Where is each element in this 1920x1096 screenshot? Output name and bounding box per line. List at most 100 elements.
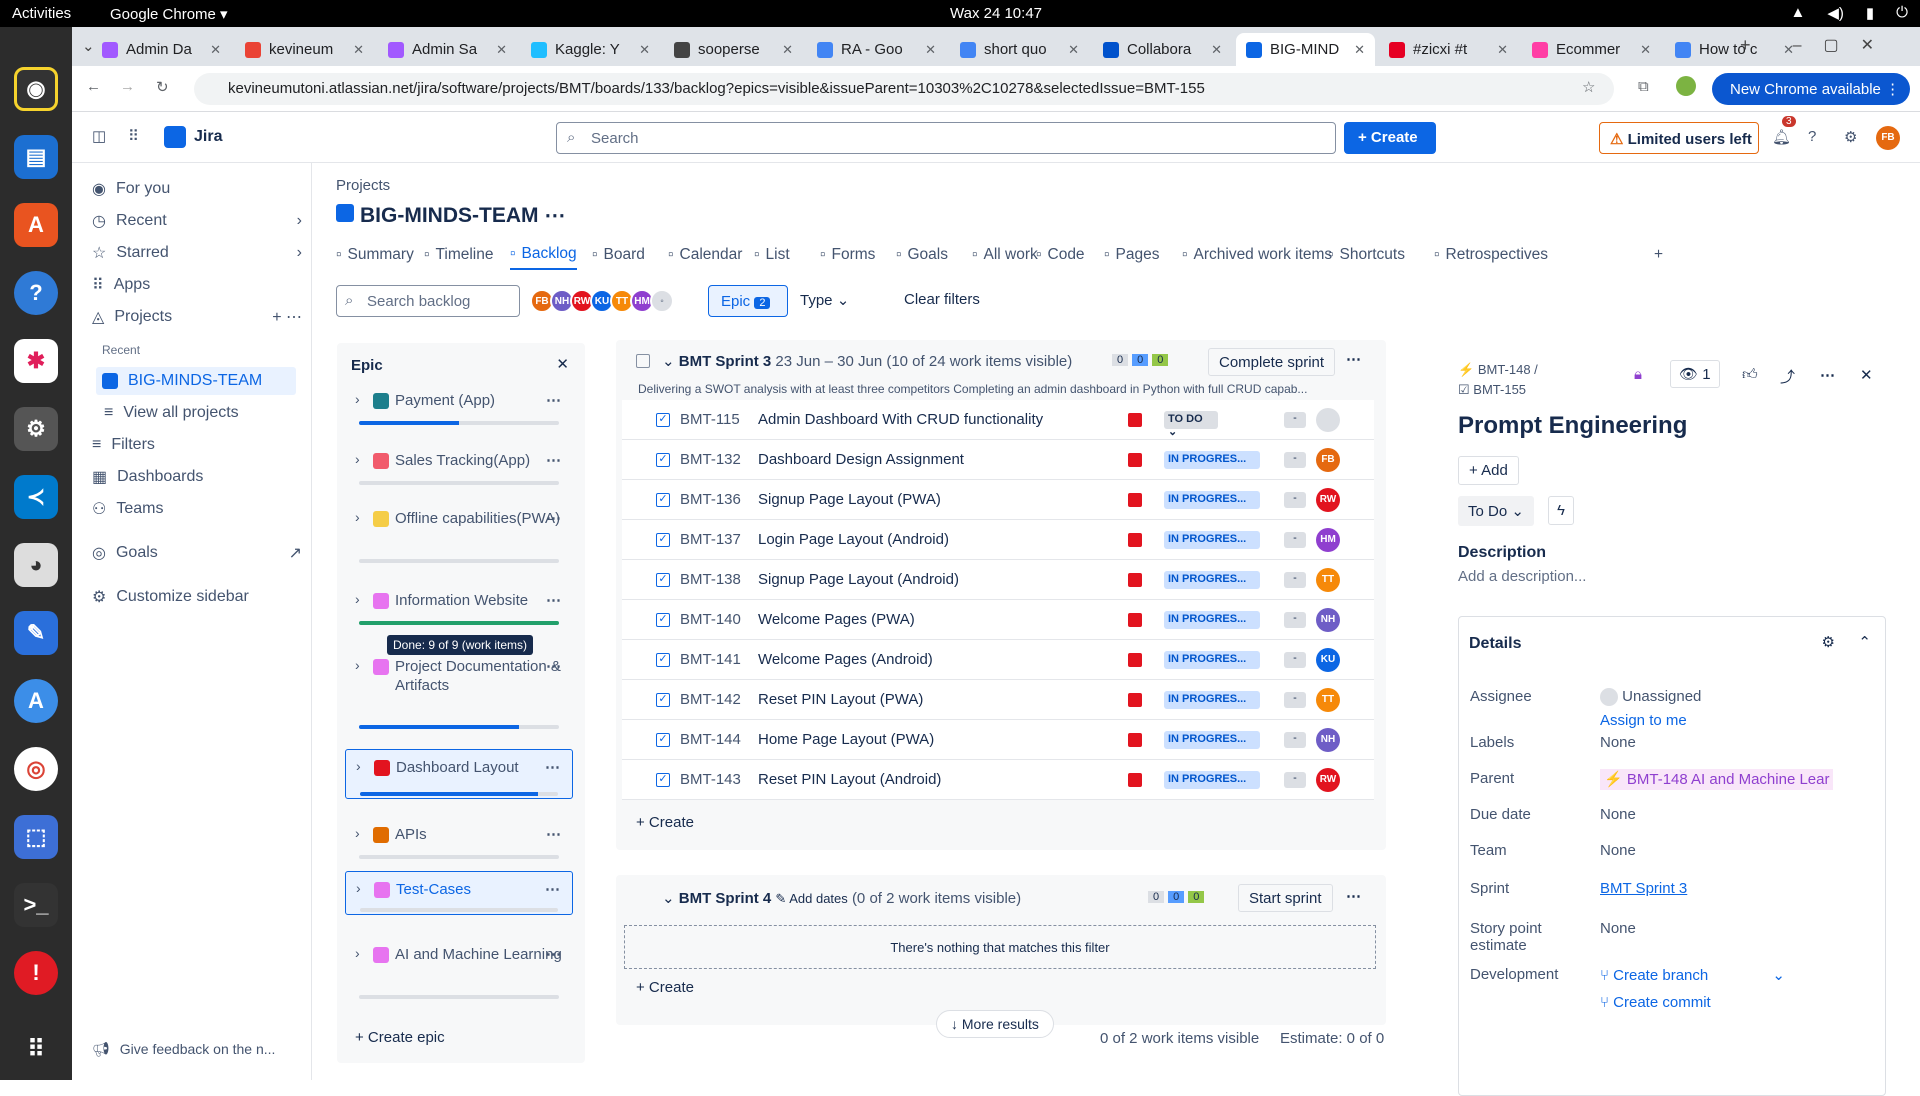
close-icon[interactable]: ✕ xyxy=(556,355,569,373)
story-points[interactable]: - xyxy=(1284,491,1306,508)
story-points[interactable]: - xyxy=(1284,411,1306,428)
global-search-input[interactable]: ⌕ Search xyxy=(556,122,1336,154)
screenshot-icon[interactable]: ⬚ xyxy=(14,815,58,859)
more-icon[interactable]: ⋯ xyxy=(546,825,561,843)
epic-filter-button[interactable]: Epic 2 xyxy=(708,285,788,317)
settings-icon[interactable]: ⚙ xyxy=(1844,128,1857,146)
chevron-right-icon[interactable]: › xyxy=(355,825,360,841)
issue-summary[interactable]: Reset PIN Layout (Android) xyxy=(758,771,1128,788)
assignee-avatar[interactable]: RW xyxy=(1316,767,1340,792)
activities-button[interactable]: Activities xyxy=(12,5,71,22)
table-row[interactable]: ✓ BMT-142 Reset PIN Layout (PWA) IN PROG… xyxy=(622,680,1374,720)
tab-calendar[interactable]: ▫ Calendar xyxy=(668,240,742,270)
sidebar-item-teams[interactable]: ⚇ Teams xyxy=(92,495,302,523)
more-icon[interactable]: ⋯ xyxy=(546,391,561,409)
jira-logo[interactable] xyxy=(164,126,186,148)
complete-sprint-button[interactable]: Complete sprint xyxy=(1208,348,1336,376)
more-icon[interactable]: ⋯ xyxy=(546,945,561,963)
sidebar-item-filters[interactable]: ≡ Filters xyxy=(92,431,302,459)
story-points[interactable]: - xyxy=(1284,571,1306,588)
chrome-tab[interactable]: sooperse ✕ xyxy=(664,33,803,66)
issue-key[interactable]: BMT-143 xyxy=(680,771,758,788)
field-development[interactable]: ⑂ Create branch ⌄ xyxy=(1600,966,1785,984)
epic-item[interactable]: › APIs ⋯ xyxy=(345,817,573,861)
field-labels[interactable]: None xyxy=(1600,734,1636,751)
extensions-icon[interactable]: ⧉ xyxy=(1638,78,1649,95)
sprint-select-checkbox[interactable] xyxy=(636,354,650,368)
chrome-tab[interactable]: kevineum ✕ xyxy=(235,33,374,66)
assignee-avatar[interactable]: HM xyxy=(1316,527,1340,552)
close-tab-icon[interactable]: ✕ xyxy=(1068,42,1079,58)
tab-list[interactable]: ▫ List xyxy=(754,240,790,270)
more-icon[interactable]: ⋯ xyxy=(546,591,561,609)
epic-item[interactable]: › AI and Machine Learning ⋯ xyxy=(345,937,573,1001)
chrome-tab[interactable]: #zicxi #t ✕ xyxy=(1379,33,1518,66)
close-tab-icon[interactable]: ✕ xyxy=(639,42,650,58)
more-icon[interactable]: ⋯ xyxy=(545,758,560,776)
issue-summary[interactable]: Home Page Layout (PWA) xyxy=(758,731,1128,748)
help-icon[interactable]: ? xyxy=(14,271,58,315)
tab-retrospectives[interactable]: ▫ Retrospectives xyxy=(1434,240,1548,270)
tab-timeline[interactable]: ▫ Timeline xyxy=(424,240,494,270)
epic-item[interactable]: › Payment (App) ⋯ xyxy=(345,383,573,427)
sidebar-item-customize[interactable]: ⚙ Customize sidebar xyxy=(92,583,302,611)
issue-key[interactable]: BMT-138 xyxy=(680,571,758,588)
close-tab-icon[interactable]: ✕ xyxy=(1211,42,1222,58)
rhythmbox-icon[interactable]: ◉ xyxy=(14,67,58,111)
story-points[interactable]: - xyxy=(1284,451,1306,468)
text-editor-icon[interactable]: ✎ xyxy=(14,611,58,655)
close-icon[interactable]: ✕ xyxy=(1860,366,1873,384)
automation-icon[interactable]: ϟ xyxy=(1548,496,1574,525)
epic-item[interactable]: › Test-Cases ⋯ xyxy=(345,871,573,915)
clock[interactable]: Wax 24 10:47 xyxy=(950,5,1042,22)
status-badge[interactable]: IN PROGRES... xyxy=(1164,570,1260,589)
assign-to-me-link[interactable]: Assign to me xyxy=(1600,712,1687,729)
gimp-icon[interactable]: ◕ xyxy=(14,543,58,587)
assignee-avatar[interactable]: NH xyxy=(1316,727,1340,752)
table-row[interactable]: ✓ BMT-144 Home Page Layout (PWA) IN PROG… xyxy=(622,720,1374,760)
status-badge[interactable]: IN PROGRES... xyxy=(1164,530,1260,549)
field-team[interactable]: None xyxy=(1600,842,1636,859)
status-badge[interactable]: IN PROGRES... xyxy=(1164,730,1260,749)
sidebar-item-apps[interactable]: ⠿ Apps xyxy=(92,271,302,299)
epic-item[interactable]: › Sales Tracking(App) ⋯ xyxy=(345,443,573,487)
software-icon[interactable]: A xyxy=(14,203,58,247)
chevron-up-icon[interactable]: ⌃ xyxy=(1858,633,1871,651)
chevron-right-icon[interactable]: › xyxy=(355,591,360,607)
table-row[interactable]: ✓ BMT-137 Login Page Layout (Android) IN… xyxy=(622,520,1374,560)
issue-key[interactable]: BMT-140 xyxy=(680,611,758,628)
add-dates-button[interactable]: ✎ Add dates xyxy=(775,891,847,906)
sprint-3-header[interactable]: ⌄ BMT Sprint 3 23 Jun – 30 Jun (10 of 24… xyxy=(662,352,1072,370)
tab-pages[interactable]: ▫ Pages xyxy=(1104,240,1159,270)
sidebar-item-view-all-projects[interactable]: ≡ View all projects xyxy=(104,399,314,427)
create-epic-button[interactable]: + Create epic xyxy=(355,1029,445,1046)
tab-summary[interactable]: ▫ Summary xyxy=(336,240,414,270)
more-icon[interactable]: ⋯ xyxy=(544,204,565,227)
issue-summary[interactable]: Admin Dashboard With CRUD functionality xyxy=(758,411,1128,428)
status-badge[interactable]: IN PROGRES... xyxy=(1164,490,1260,509)
close-tab-icon[interactable]: ✕ xyxy=(782,42,793,58)
sidebar-toggle-icon[interactable]: ◫ xyxy=(92,127,106,145)
create-button[interactable]: + Create xyxy=(1344,122,1436,154)
sidebar-item-projects[interactable]: ◬ Projects + ⋯ xyxy=(92,303,302,331)
window-controls[interactable]: –▢✕ xyxy=(1793,35,1896,55)
close-tab-icon[interactable]: ✕ xyxy=(1640,42,1651,58)
user-avatar[interactable]: FB xyxy=(1876,126,1900,150)
chevron-right-icon[interactable]: › xyxy=(356,880,361,896)
chevron-right-icon[interactable]: › xyxy=(355,657,360,673)
chevron-right-icon[interactable]: › xyxy=(355,451,360,467)
table-row[interactable]: ✓ BMT-138 Signup Page Layout (Android) I… xyxy=(622,560,1374,600)
tab-forms[interactable]: ▫ Forms xyxy=(820,240,875,270)
sidebar-item-for-you[interactable]: ◉ For you xyxy=(92,175,302,203)
more-icon[interactable]: ⋯ xyxy=(1346,887,1361,905)
close-tab-icon[interactable]: ✕ xyxy=(1497,42,1508,58)
slack-icon[interactable]: ✱ xyxy=(14,339,58,383)
table-row[interactable]: ✓ BMT-136 Signup Page Layout (PWA) IN PR… xyxy=(622,480,1374,520)
chrome-tab[interactable]: How to c ✕ xyxy=(1665,33,1804,66)
app-grid-icon[interactable]: ⠿ xyxy=(14,1027,58,1071)
type-filter-button[interactable]: Type ⌄ xyxy=(800,291,849,309)
status-badge[interactable]: IN PROGRES... xyxy=(1164,650,1260,669)
lock-icon[interactable]: 🔒︎ xyxy=(1634,366,1642,383)
reload-icon[interactable]: ↻ xyxy=(156,78,169,96)
field-assignee[interactable]: Unassigned xyxy=(1600,688,1701,707)
